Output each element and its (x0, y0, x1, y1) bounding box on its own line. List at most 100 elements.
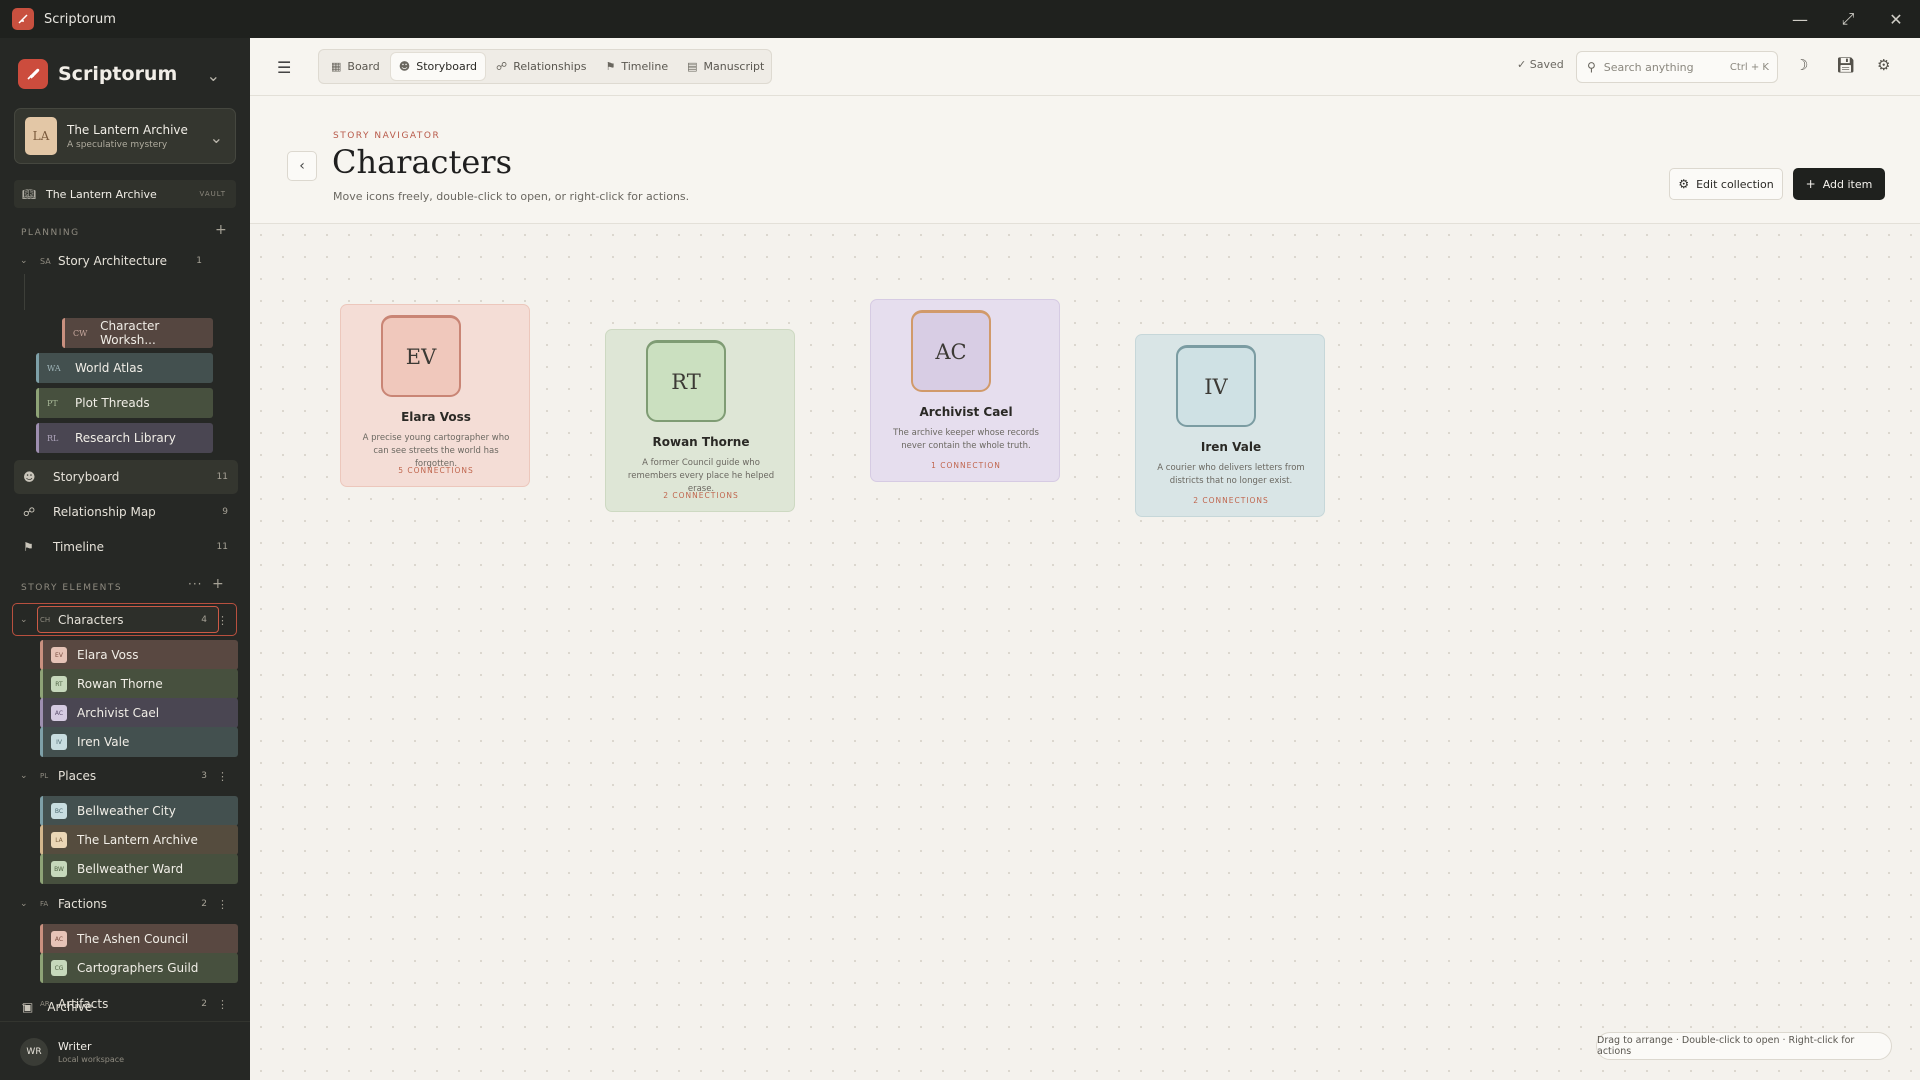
character-card-rowan-thorne[interactable]: RT Rowan Thorne A former Council guide w… (605, 329, 795, 512)
search-icon: ⚲ (1587, 60, 1596, 74)
add-element-icon[interactable]: + (212, 576, 224, 592)
character-card-archivist-cael[interactable]: AC Archivist Cael The archive keeper who… (870, 299, 1060, 482)
signpost-icon: ⚑ (23, 540, 34, 554)
moon-icon[interactable]: ☽ (1795, 56, 1808, 74)
planning-item-research-library[interactable]: RL Research Library (36, 423, 213, 453)
tab-storyboard[interactable]: ☻ Storyboard (390, 53, 486, 80)
tab-manuscript[interactable]: ▤ Manuscript (679, 53, 772, 80)
brand-menu[interactable]: Scriptorum ⌄ (18, 57, 230, 91)
brand-name: Scriptorum (58, 63, 178, 85)
card-description: A courier who delivers letters from dist… (1157, 463, 1305, 486)
element-the-ashen-council[interactable]: AC The Ashen Council (40, 924, 238, 954)
element-cartographers-guild[interactable]: CG Cartographers Guild (40, 953, 238, 983)
vault-row[interactable]: 📖︎ The Lantern Archive VAULT (14, 180, 236, 208)
title-bar: Scriptorum — ⤢ ✕ (0, 0, 1920, 38)
project-switcher[interactable]: LA The Lantern Archive A speculative mys… (14, 108, 236, 164)
avatar: WR (20, 1038, 48, 1066)
element-the-lantern-archive[interactable]: LA The Lantern Archive (40, 825, 238, 855)
page-subtitle: Move icons freely, double-click to open,… (333, 190, 690, 203)
chevron-left-icon: ‹ (299, 158, 305, 174)
chevron-down-icon[interactable]: ⌄ (210, 128, 223, 147)
sidebar-item-relationship-map[interactable]: ☍ Relationship Map 9 (14, 495, 238, 529)
hamburger-menu-icon[interactable]: ☰ (277, 58, 291, 77)
character-card-elara-voss[interactable]: EV Elara Voss A precise young cartograph… (340, 304, 530, 487)
group-factions[interactable]: ⌄ FA Factions 2 ⋮ (20, 895, 228, 913)
group-characters[interactable]: ⌄ CH Characters 4 ⋮ (20, 611, 228, 629)
add-item-button[interactable]: + Add item (1793, 168, 1885, 200)
kebab-menu-icon[interactable]: ⋮ (217, 998, 228, 1011)
element-rowan-thorne[interactable]: RT Rowan Thorne (40, 669, 238, 699)
tab-timeline[interactable]: ⚑ Timeline (597, 53, 676, 80)
minimize-icon[interactable]: — (1776, 0, 1824, 38)
group-places[interactable]: ⌄ PL Places 3 ⋮ (20, 767, 228, 785)
card-name: Archivist Cael (919, 405, 1013, 419)
card-name: Rowan Thorne (652, 435, 750, 449)
sidebar-item-timeline[interactable]: ⚑ Timeline 11 (14, 530, 238, 564)
add-planning-icon[interactable]: + (215, 222, 227, 238)
check-icon: ✓ (1517, 58, 1527, 71)
element-iren-vale[interactable]: IV Iren Vale (40, 727, 238, 757)
card-connections: 2 CONNECTIONS (663, 491, 739, 500)
planning-item-world-atlas[interactable]: WA World Atlas (36, 353, 213, 383)
app-logo-icon (12, 8, 34, 30)
user-profile[interactable]: WR Writer Local workspace (20, 1038, 124, 1066)
sidebar-item-archive[interactable]: ▣ Archive (22, 1000, 92, 1014)
toolbar: ☰ ▦ Board ☻ Storyboard ☍ Relationships ⚑ Tim… (250, 38, 1920, 96)
view-tabs: ▦ Board ☻ Storyboard ☍ Relationships ⚑ Timel… (318, 49, 772, 84)
tab-relationships[interactable]: ☍ Relationships (488, 53, 594, 80)
vault-tag: VAULT (199, 190, 226, 198)
archive-icon: ▣ (22, 1000, 34, 1014)
element-bellweather-city[interactable]: BC Bellweather City (40, 796, 238, 826)
save-icon[interactable]: 💾︎ (1836, 56, 1855, 74)
chevron-down-icon[interactable]: ⌄ (20, 615, 30, 625)
planning-item-plot-threads[interactable]: PT Plot Threads (36, 388, 213, 418)
signpost-icon: ⚑ (605, 60, 616, 73)
edit-collection-button[interactable]: ⚙ Edit collection (1669, 168, 1783, 200)
gear-icon[interactable]: ⚙ (1877, 56, 1890, 74)
card-avatar: AC (911, 310, 991, 392)
card-avatar: RT (646, 340, 726, 422)
kebab-menu-icon[interactable]: ⋮ (217, 614, 228, 627)
card-connections: 5 CONNECTIONS (398, 466, 474, 475)
storyboard-canvas[interactable]: EV Elara Voss A precise young cartograph… (250, 224, 1920, 1080)
divider (0, 1021, 250, 1022)
planning-item-character-workshop[interactable]: CW Character Worksh... (62, 318, 213, 348)
maximize-icon[interactable]: ⤢ (1824, 0, 1872, 38)
window-title: Scriptorum (44, 11, 116, 27)
search-input[interactable] (1603, 60, 1714, 74)
page-title: Characters (332, 143, 512, 181)
search-box[interactable]: ⚲ Ctrl + K (1576, 51, 1778, 83)
element-archivist-cael[interactable]: AC Archivist Cael (40, 698, 238, 728)
person-icon: ☻ (23, 470, 36, 484)
document-icon: ▤ (687, 60, 698, 73)
canvas-hint: Drag to arrange · Double-click to open ·… (1596, 1032, 1892, 1060)
tab-board[interactable]: ▦ Board (323, 53, 388, 80)
search-shortcut: Ctrl + K (1729, 61, 1769, 73)
save-status: ✓ Saved (1517, 58, 1564, 71)
chevron-down-icon[interactable]: ⌄ (20, 771, 30, 781)
chevron-down-icon[interactable]: ⌄ (20, 256, 30, 266)
chevron-down-icon[interactable]: ⌄ (207, 66, 220, 85)
card-name: Iren Vale (1200, 440, 1262, 454)
element-bellweather-ward[interactable]: BW Bellweather Ward (40, 854, 238, 884)
kebab-menu-icon[interactable]: ⋮ (217, 770, 228, 783)
app-logo-icon (18, 59, 48, 89)
plus-icon: + (1805, 177, 1816, 191)
project-subtitle: A speculative mystery (67, 139, 168, 150)
character-card-iren-vale[interactable]: IV Iren Vale A courier who delivers lett… (1135, 334, 1325, 517)
back-button[interactable]: ‹ (287, 151, 317, 181)
element-elara-voss[interactable]: EV Elara Voss (40, 640, 238, 670)
card-name: Elara Voss (401, 410, 471, 424)
sidebar-item-storyboard[interactable]: ☻ Storyboard 11 (14, 460, 238, 494)
tree-item-story-architecture[interactable]: ⌄ SA Story Architecture 1 (20, 251, 210, 271)
window-controls: — ⤢ ✕ (1776, 0, 1920, 38)
project-title: The Lantern Archive (67, 122, 188, 137)
story-elements-section-label: STORY ELEMENTS (21, 583, 123, 593)
vault-label: The Lantern Archive (45, 187, 157, 201)
card-description: The archive keeper whose records never c… (893, 428, 1039, 451)
more-options-icon[interactable]: ··· (188, 577, 202, 591)
kebab-menu-icon[interactable]: ⋮ (217, 898, 228, 911)
close-icon[interactable]: ✕ (1872, 0, 1920, 38)
page-eyebrow: STORY NAVIGATOR (333, 131, 441, 141)
chevron-down-icon[interactable]: ⌄ (20, 899, 30, 909)
